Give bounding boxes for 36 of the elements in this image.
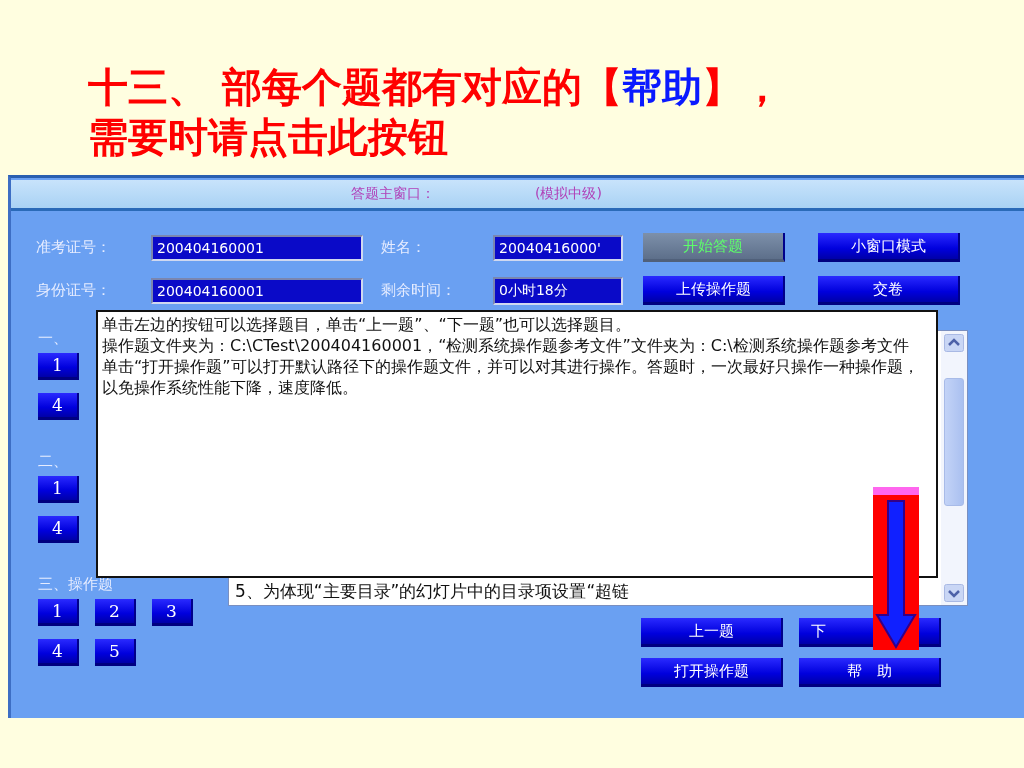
section-heading: 二、: [38, 452, 68, 472]
question-number-button[interactable]: 4: [38, 516, 79, 543]
question-number-button[interactable]: 5: [95, 639, 136, 666]
field-label: 剩余时间：: [381, 281, 457, 300]
input-field[interactable]: 200404160001: [151, 277, 363, 304]
window-title: 答题主窗口：: [351, 185, 435, 203]
scroll-thumb[interactable]: [944, 378, 964, 506]
nav-button[interactable]: 打开操作题: [641, 658, 783, 687]
field-label: 姓名：: [381, 238, 427, 257]
scroll-up-icon[interactable]: [944, 334, 964, 352]
field-label: 身份证号：: [36, 281, 112, 300]
help-text: 操作题文件夹为：C:\CTest\200404160001，“检测系统操作题参考文件”文件夹为：C:\检测系统操作题参考文件: [102, 335, 910, 356]
input-field[interactable]: 0小时18分: [493, 276, 623, 305]
question-number-button[interactable]: 4: [38, 639, 79, 666]
slide-title: 十三、 部每个题都有对应的【帮助】， 需要时请点击此按钮: [87, 63, 783, 162]
action-button[interactable]: 交卷: [818, 276, 960, 305]
scrollbar[interactable]: [941, 331, 967, 605]
input-field[interactable]: 20040416000': [493, 234, 623, 261]
question-number-button[interactable]: 2: [95, 599, 136, 626]
input-field[interactable]: 200404160001: [151, 234, 363, 261]
field-label: 准考证号：: [36, 238, 112, 257]
question-number-button[interactable]: 1: [38, 476, 79, 503]
nav-button[interactable]: 上一题: [641, 618, 783, 647]
help-text: 单击左边的按钮可以选择题目，单击“上一题”、“下一题”也可以选择题目。: [102, 314, 633, 335]
action-button[interactable]: 上传操作题: [643, 276, 785, 305]
action-button[interactable]: 小窗口模式: [818, 233, 960, 262]
nav-button[interactable]: 帮 助: [799, 658, 941, 687]
scroll-down-icon[interactable]: [944, 584, 964, 602]
help-text: 单击“打开操作题”可以打开默认路径下的操作题文件，并可以对其进行操作。答题时，一次最好只操作一种操作题，以免操作系统性能下降，速度降低。: [102, 356, 920, 398]
question-number-button[interactable]: 4: [38, 393, 79, 420]
question-number-button[interactable]: 1: [38, 599, 79, 626]
window-subtitle: (模拟中级): [535, 185, 602, 203]
question-number-button[interactable]: 3: [152, 599, 193, 626]
section-heading: 一、: [38, 329, 68, 349]
question-item[interactable]: 5、为体现“主要目录”的幻灯片中的目录项设置“超链: [235, 580, 941, 603]
question-number-button[interactable]: 1: [38, 353, 79, 380]
